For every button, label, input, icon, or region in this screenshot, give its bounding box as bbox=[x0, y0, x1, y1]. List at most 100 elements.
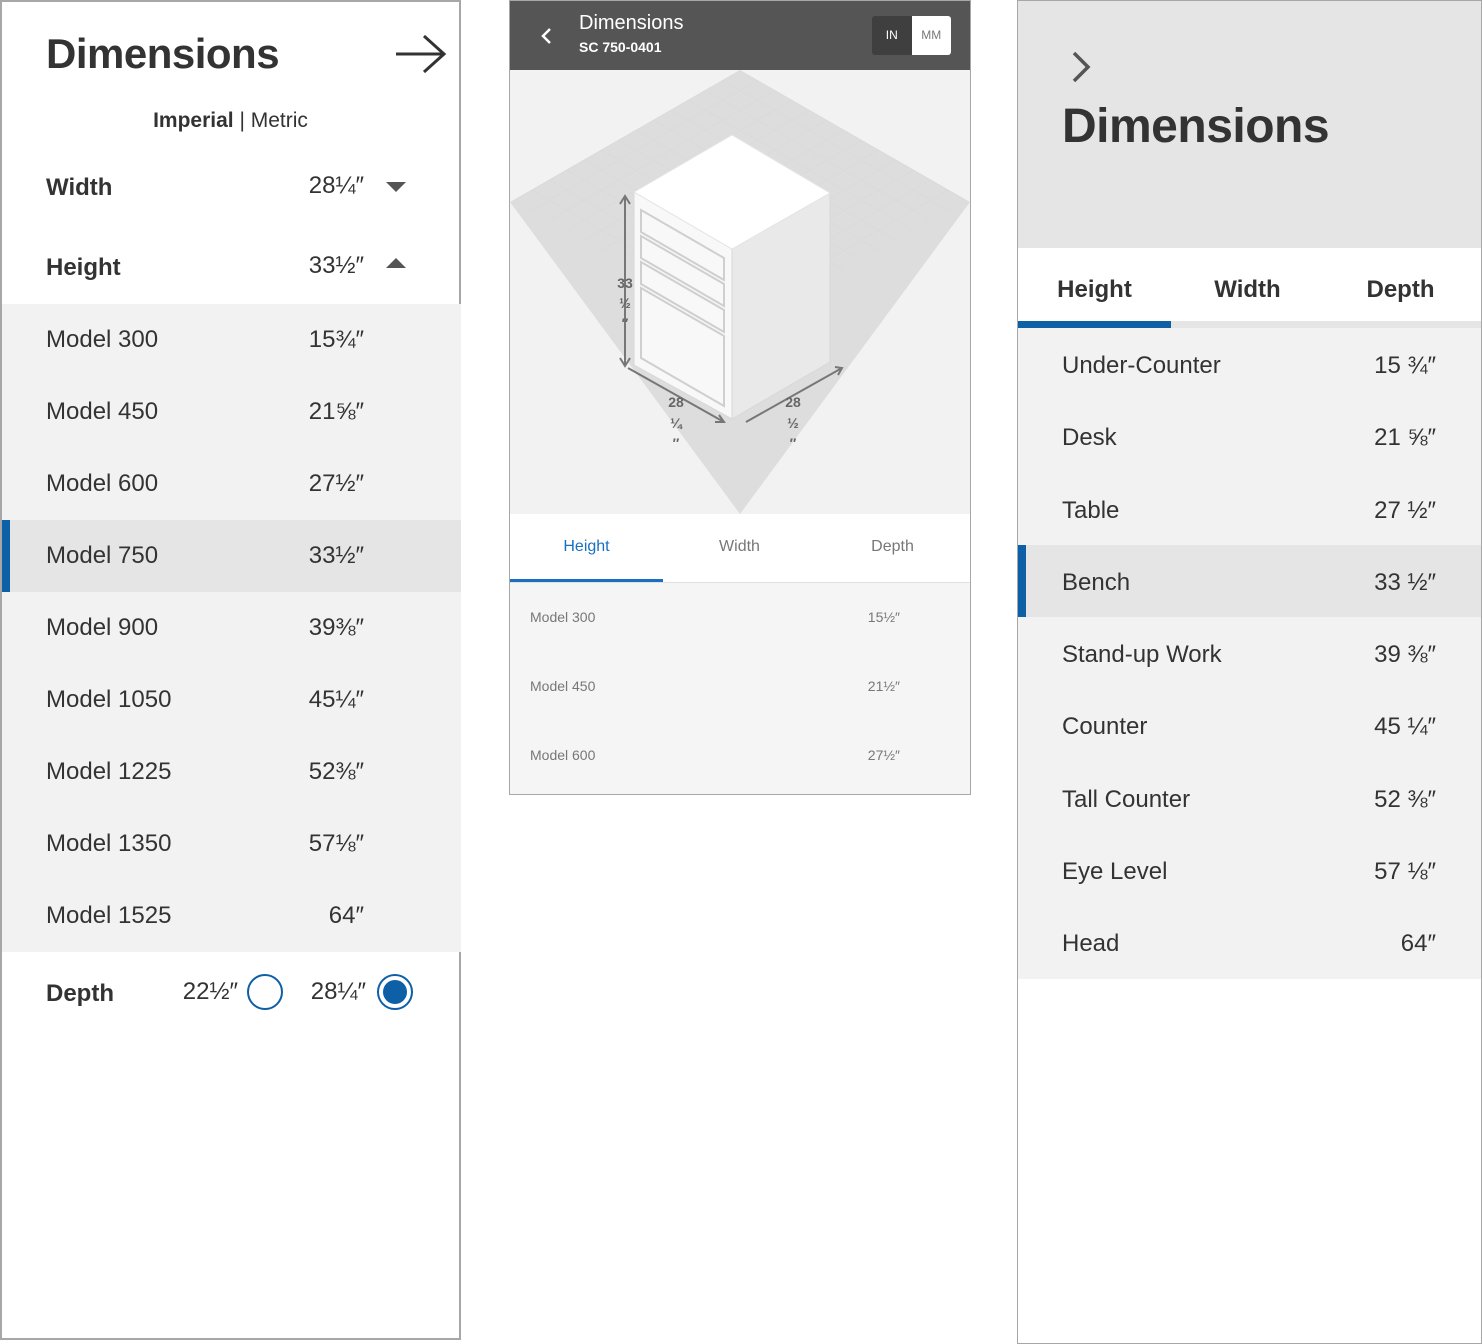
cabinet-3d-illustration: 33 ½ ″ 28 ¼ ″ 28 ½ ″ bbox=[510, 70, 970, 514]
depth-option-2-radio[interactable] bbox=[377, 974, 413, 1010]
height-dim-fraction: ½ bbox=[619, 295, 631, 311]
chevron-right-icon[interactable] bbox=[1068, 49, 1094, 85]
chevron-down-icon[interactable] bbox=[386, 182, 406, 192]
list-item[interactable]: Model 1225 52⅜″ bbox=[2, 736, 461, 808]
model-value: 57⅛″ bbox=[308, 830, 364, 857]
usage-label: Head bbox=[1062, 930, 1120, 958]
width-row[interactable]: Width 28¼″ bbox=[2, 152, 459, 222]
width-dim-mark: ″ bbox=[673, 435, 680, 451]
list-item[interactable]: Model 1525 64″ bbox=[2, 880, 461, 952]
model-value: 52⅜″ bbox=[308, 758, 364, 785]
list-item[interactable]: Under-Counter 15 ¾″ bbox=[1018, 328, 1481, 400]
list-item[interactable]: Model 1050 45¼″ bbox=[2, 664, 461, 736]
list-item[interactable]: Tall Counter 52 ⅜″ bbox=[1018, 762, 1481, 834]
model-label: Model 300 bbox=[46, 326, 159, 353]
height-dim-number: 33 bbox=[617, 275, 633, 291]
model-value: 27½″ bbox=[308, 470, 364, 497]
dimensions-panel-imperial: Dimensions Imperial | Metric Width 28¼″ … bbox=[0, 0, 461, 1340]
list-item-selected[interactable]: Bench 33 ½″ bbox=[1018, 544, 1481, 618]
arrow-right-icon[interactable] bbox=[394, 32, 448, 76]
dimensions-panel-3d: Dimensions SC 750-0401 IN MM 33 ½ ″ 28 ¼… bbox=[509, 0, 971, 795]
height-dim-mark: ″ bbox=[622, 315, 629, 331]
height-row[interactable]: Height 33½″ bbox=[2, 232, 459, 302]
model-value: 39⅜″ bbox=[308, 614, 364, 641]
usage-label: Stand-up Work bbox=[1062, 641, 1222, 669]
list-item[interactable]: Model 450 21½″ bbox=[510, 652, 970, 721]
usage-value: 15 ¾″ bbox=[1374, 352, 1436, 379]
chevron-left-icon[interactable] bbox=[536, 23, 556, 49]
active-tab-indicator bbox=[1018, 321, 1171, 328]
header-bar: Dimensions SC 750-0401 IN MM bbox=[510, 1, 970, 70]
model-value: 33½″ bbox=[308, 542, 364, 569]
model-value: 27½″ bbox=[867, 747, 900, 763]
model-label: Model 1525 bbox=[46, 902, 172, 929]
height-value: 33½″ bbox=[308, 252, 364, 279]
panel-title: Dimensions bbox=[1062, 100, 1330, 153]
model-value: 45¼″ bbox=[308, 686, 364, 713]
active-tab-indicator bbox=[510, 579, 663, 582]
model-value: 15¾″ bbox=[308, 326, 364, 353]
list-item[interactable]: Table 27 ½″ bbox=[1018, 473, 1481, 545]
unit-metric-link[interactable]: Metric bbox=[251, 109, 308, 132]
usage-label: Bench bbox=[1062, 568, 1131, 596]
model-label: Model 900 bbox=[46, 614, 159, 641]
unit-mm-button[interactable]: MM bbox=[911, 16, 951, 55]
list-item[interactable]: Model 600 27½″ bbox=[510, 721, 970, 790]
width-label: Width bbox=[46, 174, 113, 201]
height-model-list: Model 300 15¾″ Model 450 21⅝″ Model 600 27½… bbox=[2, 304, 461, 952]
list-item[interactable]: Model 1350 57⅛″ bbox=[2, 808, 461, 880]
model-label: Model 450 bbox=[46, 398, 159, 425]
usage-value: 27 ½″ bbox=[1374, 496, 1436, 524]
model-label: Model 300 bbox=[530, 609, 596, 625]
usage-value: 39 ⅜″ bbox=[1374, 641, 1436, 669]
list-item[interactable]: Desk 21 ⅝″ bbox=[1018, 400, 1481, 472]
unit-switch: Imperial | Metric bbox=[2, 109, 459, 133]
height-usage-list: Under-Counter 15 ¾″ Desk 21 ⅝″ Table 27 ½″ … bbox=[1018, 328, 1481, 979]
panel-title: Dimensions bbox=[46, 30, 280, 77]
unit-toggle: IN MM bbox=[872, 16, 951, 55]
usage-value: 21 ⅝″ bbox=[1374, 424, 1436, 452]
depth-option-1-radio[interactable] bbox=[247, 974, 283, 1010]
unit-in-button[interactable]: IN bbox=[872, 16, 912, 55]
unit-imperial-link[interactable]: Imperial bbox=[153, 109, 234, 132]
model-label: Model 1225 bbox=[46, 758, 172, 785]
header-subtitle: SC 750-0401 bbox=[579, 39, 662, 55]
usage-label: Desk bbox=[1062, 424, 1117, 452]
list-item[interactable]: Stand-up Work 39 ⅜″ bbox=[1018, 617, 1481, 689]
list-item[interactable]: Model 450 21⅝″ bbox=[2, 376, 461, 448]
depth-label: Depth bbox=[46, 980, 114, 1007]
model-label: Model 450 bbox=[530, 678, 596, 694]
model-label: Model 1050 bbox=[46, 686, 172, 713]
model-label: Model 750 bbox=[46, 542, 159, 569]
list-item[interactable]: Model 600 27½″ bbox=[2, 448, 461, 520]
tab-height[interactable]: Height bbox=[510, 538, 663, 556]
header-title: Dimensions bbox=[579, 12, 684, 34]
tab-width[interactable]: Width bbox=[1171, 276, 1324, 304]
tab-depth[interactable]: Depth bbox=[816, 538, 969, 556]
usage-value: 45 ¼″ bbox=[1374, 713, 1436, 741]
usage-label: Eye Level bbox=[1062, 858, 1168, 886]
width-value: 28¼″ bbox=[308, 172, 364, 199]
depth-dim-fraction: ½ bbox=[787, 415, 799, 431]
list-item[interactable]: Model 300 15½″ bbox=[510, 583, 970, 652]
tab-width[interactable]: Width bbox=[663, 538, 816, 556]
chevron-up-icon[interactable] bbox=[386, 258, 406, 268]
model-value: 21½″ bbox=[867, 678, 900, 694]
depth-row: Depth 22½″ 28¼″ bbox=[2, 952, 459, 1032]
model-label: Model 600 bbox=[530, 747, 596, 763]
list-item[interactable]: Eye Level 57 ⅛″ bbox=[1018, 834, 1481, 906]
list-item[interactable]: Model 300 15¾″ bbox=[2, 304, 461, 376]
model-value: 21⅝″ bbox=[308, 398, 364, 425]
tab-height[interactable]: Height bbox=[1018, 276, 1171, 304]
model-value: 64″ bbox=[328, 902, 364, 929]
list-item[interactable]: Head 64″ bbox=[1018, 906, 1481, 978]
tab-depth[interactable]: Depth bbox=[1324, 276, 1477, 304]
panel-header: Dimensions bbox=[1018, 1, 1481, 248]
width-dim-number: 28 bbox=[668, 394, 684, 410]
list-item[interactable]: Counter 45 ¼″ bbox=[1018, 689, 1481, 761]
list-item-selected[interactable]: Model 750 33½″ bbox=[2, 520, 461, 592]
unit-separator: | bbox=[233, 109, 251, 132]
dimension-tabs: Height Width Depth bbox=[510, 514, 970, 583]
dimensions-panel-usage: Dimensions Height Width Depth Under-Coun… bbox=[1017, 0, 1482, 1344]
list-item[interactable]: Model 900 39⅜″ bbox=[2, 592, 461, 664]
